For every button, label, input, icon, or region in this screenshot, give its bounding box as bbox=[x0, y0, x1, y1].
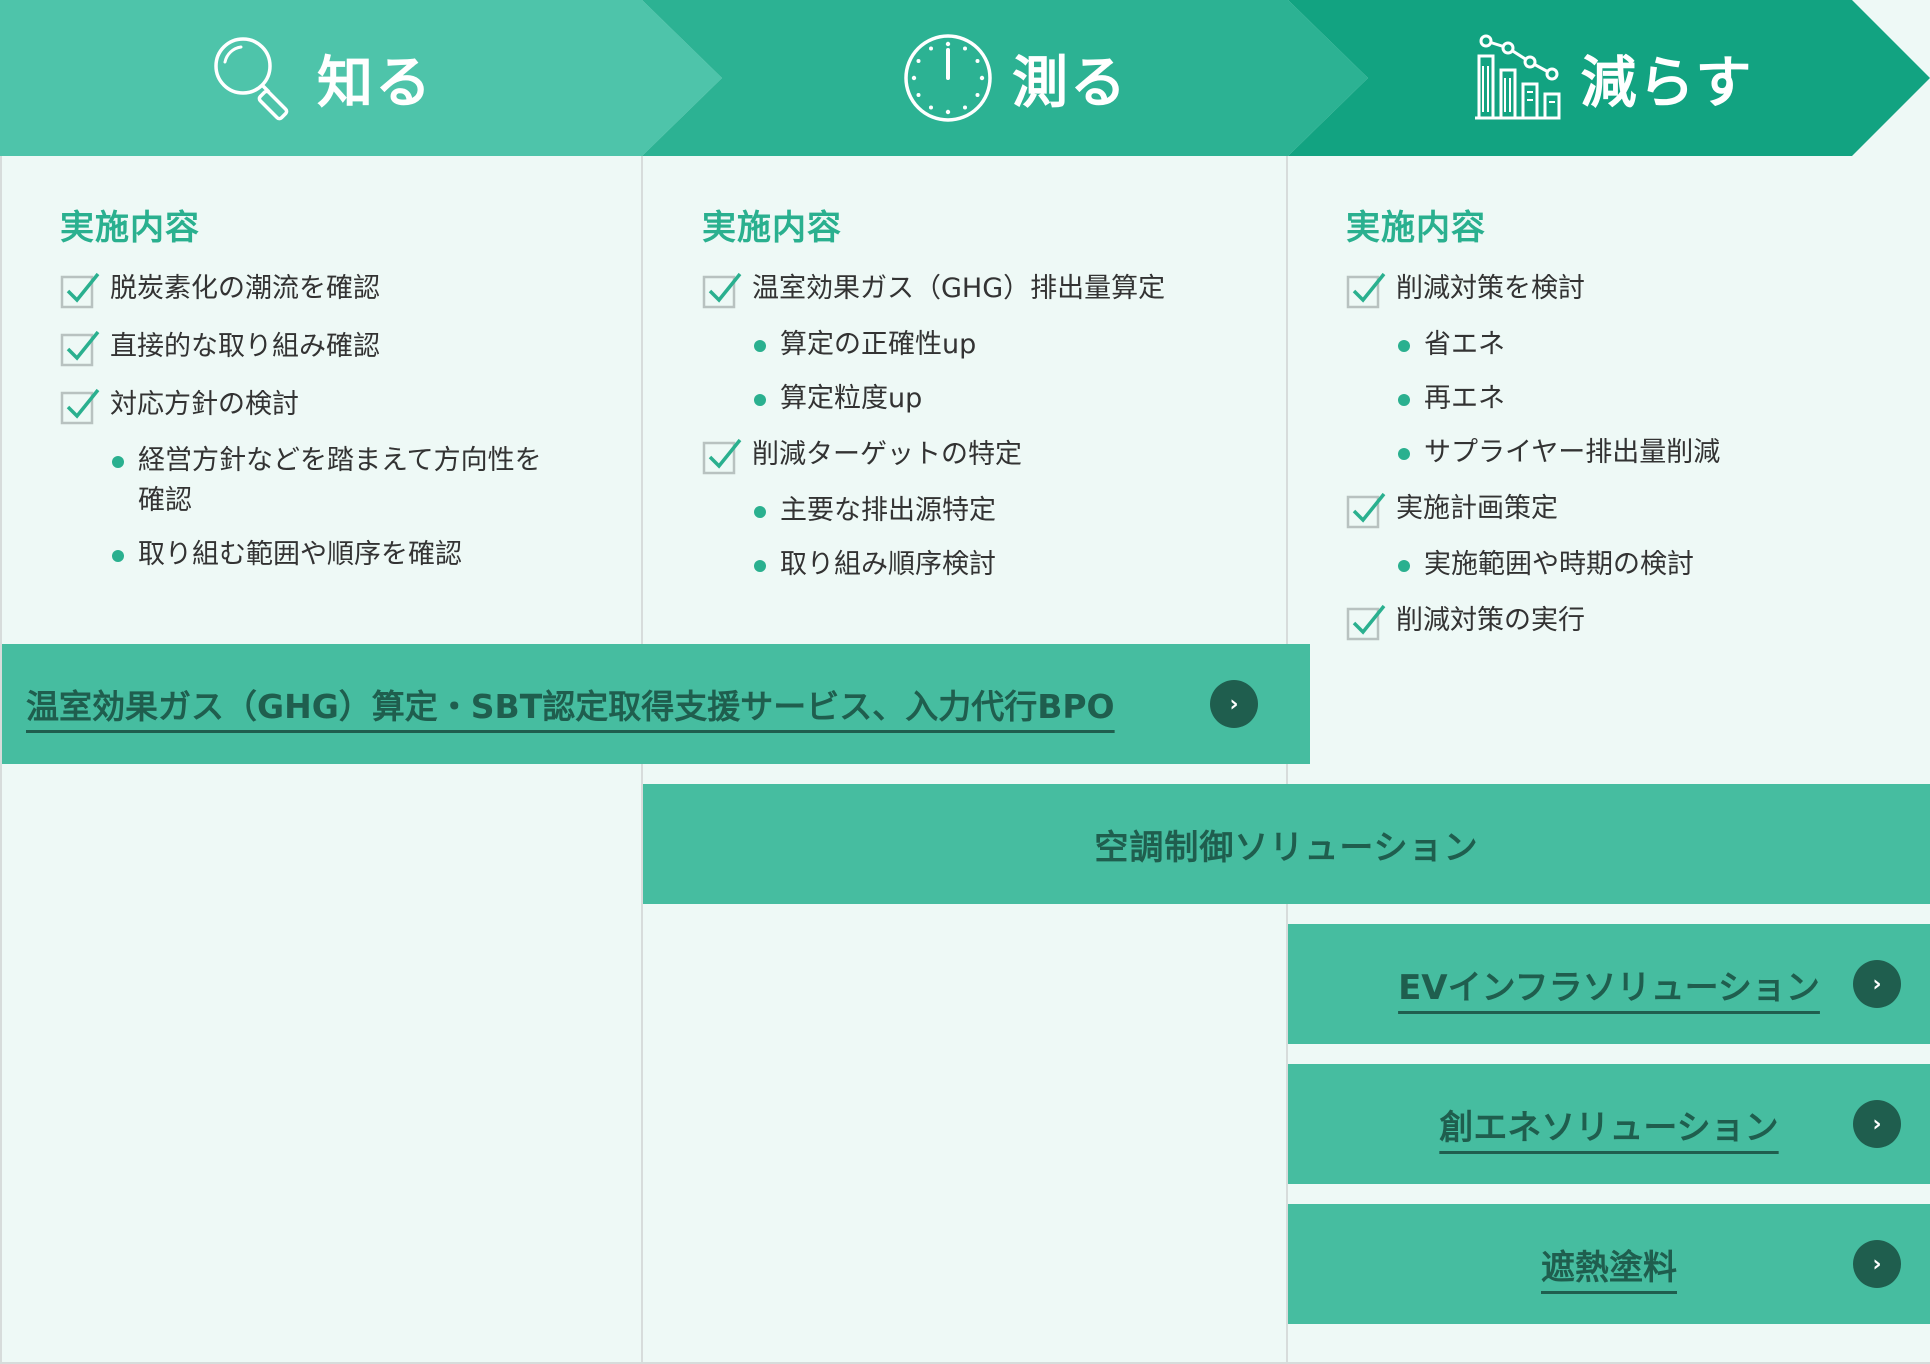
heat-shield-paint-banner[interactable]: 遮熱塗料 › bbox=[1288, 1204, 1930, 1324]
hvac-solution-banner: 空調制御ソリューション bbox=[643, 784, 1930, 904]
checkbox-checked-icon bbox=[60, 388, 100, 425]
bar-chart-down-icon bbox=[1474, 34, 1561, 120]
section-title: 実施内容 bbox=[702, 208, 842, 248]
sub-item: 省エネ bbox=[1398, 325, 1906, 365]
task-item: 対応方針の検討 bbox=[60, 387, 600, 425]
task-label: 実施計画策定 bbox=[1396, 493, 1558, 524]
section-title: 実施内容 bbox=[60, 208, 200, 248]
chevron-right-icon[interactable]: › bbox=[1853, 1240, 1901, 1288]
task-label: 直接的な取り組み確認 bbox=[110, 331, 380, 362]
sub-item: 経営方針などを踏まえて方向性を確認 bbox=[112, 441, 552, 521]
sub-item: 取り組む範囲や順序を確認 bbox=[112, 535, 552, 575]
chevron-right-icon[interactable]: › bbox=[1853, 1100, 1901, 1148]
sub-item: サプライヤー排出量削減 bbox=[1398, 433, 1906, 473]
ghg-service-link[interactable]: 温室効果ガス（GHG）算定・SBT認定取得支援サービス、入力代行BPO bbox=[26, 680, 1115, 728]
heat-shield-paint-link[interactable]: 遮熱塗料 bbox=[1541, 1240, 1677, 1289]
checkbox-checked-icon bbox=[1346, 604, 1386, 641]
task-item: 温室効果ガス（GHG）排出量算定 bbox=[702, 271, 1262, 309]
magnifier-icon bbox=[214, 37, 289, 121]
sub-item: 主要な排出源特定 bbox=[754, 491, 1262, 531]
column-reduce: 実施内容 削減対策を検討 省エネ 再エネ サプライヤー排出量削減 実施計画策定 … bbox=[1346, 200, 1906, 661]
task-list: 削減対策の実行 bbox=[1346, 603, 1906, 641]
sub-item: 算定粒度up bbox=[754, 379, 1262, 419]
clock-icon bbox=[904, 34, 992, 122]
sub-item: 再エネ bbox=[1398, 379, 1906, 419]
energy-creation-link[interactable]: 創エネソリューション bbox=[1439, 1100, 1778, 1149]
task-item: 脱炭素化の潮流を確認 bbox=[60, 271, 600, 309]
ev-solution-banner[interactable]: EVインフラソリューション › bbox=[1288, 924, 1930, 1044]
task-list: 削減対策を検討 bbox=[1346, 271, 1906, 309]
task-label: 削減対策を検討 bbox=[1396, 273, 1585, 304]
stage-know: 知る bbox=[190, 0, 450, 156]
task-item: 削減対策の実行 bbox=[1346, 603, 1906, 641]
ev-solution-link[interactable]: EVインフラソリューション bbox=[1398, 960, 1820, 1009]
chevron-right-icon[interactable]: › bbox=[1853, 960, 1901, 1008]
ghg-service-banner[interactable]: 温室効果ガス（GHG）算定・SBT認定取得支援サービス、入力代行BPO › bbox=[2, 644, 1310, 764]
column-know: 実施内容 脱炭素化の潮流を確認 直接的な取り組み確認 対応方針の検討 経営方針な… bbox=[60, 200, 600, 593]
sub-item: 実施範囲や時期の検討 bbox=[1398, 545, 1906, 585]
energy-creation-banner[interactable]: 創エネソリューション › bbox=[1288, 1064, 1930, 1184]
task-label: 対応方針の検討 bbox=[110, 389, 299, 420]
task-list: 削減ターゲットの特定 bbox=[702, 437, 1262, 475]
checkbox-checked-icon bbox=[1346, 492, 1386, 529]
checkbox-checked-icon bbox=[702, 438, 742, 475]
task-label: 温室効果ガス（GHG）排出量算定 bbox=[752, 273, 1166, 304]
sub-list: 算定の正確性up 算定粒度up bbox=[702, 325, 1262, 419]
task-label: 脱炭素化の潮流を確認 bbox=[110, 273, 380, 304]
hvac-solution-label: 空調制御ソリューション bbox=[1094, 827, 1479, 868]
task-label: 削減ターゲットの特定 bbox=[752, 439, 1022, 470]
checkbox-checked-icon bbox=[60, 330, 100, 367]
sub-item: 取り組み順序検討 bbox=[754, 545, 1262, 585]
task-item: 実施計画策定 bbox=[1346, 491, 1906, 529]
stage-measure: 測る bbox=[880, 0, 1150, 156]
sub-list: 主要な排出源特定 取り組み順序検討 bbox=[702, 491, 1262, 585]
task-item: 直接的な取り組み確認 bbox=[60, 329, 600, 367]
task-list: 脱炭素化の潮流を確認 直接的な取り組み確認 対応方針の検討 bbox=[60, 271, 600, 425]
sub-list: 省エネ 再エネ サプライヤー排出量削減 bbox=[1346, 325, 1906, 473]
checkbox-checked-icon bbox=[1346, 272, 1386, 309]
task-item: 削減対策を検討 bbox=[1346, 271, 1906, 309]
stage-title: 測る bbox=[1012, 50, 1128, 116]
sub-item: 算定の正確性up bbox=[754, 325, 1262, 365]
stage-title: 減らす bbox=[1580, 50, 1754, 116]
task-list: 実施計画策定 bbox=[1346, 491, 1906, 529]
task-item: 削減ターゲットの特定 bbox=[702, 437, 1262, 475]
sub-list: 経営方針などを踏まえて方向性を確認 取り組む範囲や順序を確認 bbox=[60, 441, 552, 575]
chevron-right-icon[interactable]: › bbox=[1210, 680, 1258, 728]
sub-list: 実施範囲や時期の検討 bbox=[1346, 545, 1906, 585]
checkbox-checked-icon bbox=[702, 272, 742, 309]
column-measure: 実施内容 温室効果ガス（GHG）排出量算定 算定の正確性up 算定粒度up 削減… bbox=[702, 200, 1262, 603]
stage-title: 知る bbox=[317, 50, 433, 116]
section-title: 実施内容 bbox=[1346, 208, 1486, 248]
task-list: 温室効果ガス（GHG）排出量算定 bbox=[702, 271, 1262, 309]
stage-reduce: 減らす bbox=[1462, 0, 1762, 156]
task-label: 削減対策の実行 bbox=[1396, 605, 1585, 636]
checkbox-checked-icon bbox=[60, 272, 100, 309]
